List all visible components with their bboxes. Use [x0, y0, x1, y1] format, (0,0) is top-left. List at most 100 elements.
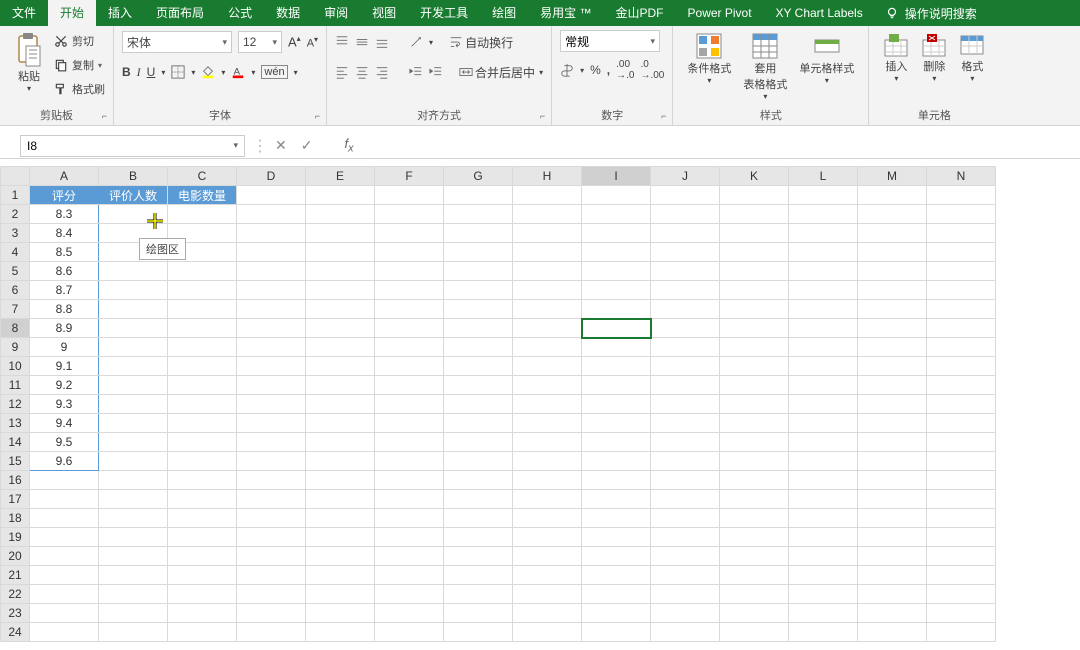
cell[interactable]: [513, 357, 582, 376]
cell[interactable]: [927, 262, 996, 281]
cell[interactable]: [168, 414, 237, 433]
menu-tab-8[interactable]: 开发工具: [408, 0, 480, 26]
format-table-button[interactable]: 套用 表格格式▾: [737, 30, 793, 103]
cell[interactable]: [375, 186, 444, 205]
cell[interactable]: [789, 319, 858, 338]
cell[interactable]: [168, 300, 237, 319]
cell[interactable]: [306, 224, 375, 243]
cell[interactable]: 8.3: [30, 205, 99, 224]
cell[interactable]: [375, 471, 444, 490]
merge-center-button[interactable]: 合并后居中▾: [459, 64, 543, 81]
cell[interactable]: [858, 205, 927, 224]
cell[interactable]: [927, 528, 996, 547]
row-header[interactable]: 3: [1, 224, 30, 243]
cell[interactable]: [582, 395, 651, 414]
cell[interactable]: 9.5: [30, 433, 99, 452]
cell[interactable]: [513, 566, 582, 585]
cell[interactable]: [168, 471, 237, 490]
row-header[interactable]: 4: [1, 243, 30, 262]
cell[interactable]: [720, 262, 789, 281]
cell[interactable]: [651, 547, 720, 566]
cell[interactable]: 8.8: [30, 300, 99, 319]
cell[interactable]: [30, 490, 99, 509]
cell[interactable]: [375, 376, 444, 395]
cell[interactable]: [444, 623, 513, 642]
cell[interactable]: [444, 433, 513, 452]
cell[interactable]: [720, 224, 789, 243]
cell[interactable]: [582, 414, 651, 433]
col-header[interactable]: I: [582, 167, 651, 186]
cell[interactable]: [306, 338, 375, 357]
cell[interactable]: [789, 357, 858, 376]
cell[interactable]: [99, 319, 168, 338]
cell[interactable]: [582, 623, 651, 642]
menu-tab-12[interactable]: Power Pivot: [676, 0, 764, 26]
cell[interactable]: [651, 243, 720, 262]
cell[interactable]: [789, 471, 858, 490]
cell[interactable]: [513, 604, 582, 623]
cell[interactable]: [513, 585, 582, 604]
cell[interactable]: [858, 186, 927, 205]
cell[interactable]: [651, 357, 720, 376]
menu-tab-3[interactable]: 页面布局: [144, 0, 216, 26]
cell[interactable]: [306, 509, 375, 528]
cell[interactable]: [858, 281, 927, 300]
cell[interactable]: [237, 224, 306, 243]
cell[interactable]: 9.4: [30, 414, 99, 433]
cell[interactable]: [582, 376, 651, 395]
cell[interactable]: [582, 338, 651, 357]
cell[interactable]: [444, 357, 513, 376]
cell[interactable]: [237, 395, 306, 414]
italic-button[interactable]: I: [137, 65, 141, 80]
col-header[interactable]: A: [30, 167, 99, 186]
align-bottom-icon[interactable]: [375, 35, 389, 49]
cell[interactable]: [720, 376, 789, 395]
format-painter-button[interactable]: 格式刷: [54, 78, 105, 100]
cell[interactable]: [582, 528, 651, 547]
cell[interactable]: [30, 509, 99, 528]
cell-styles-button[interactable]: 单元格样式▾: [793, 30, 860, 87]
cell[interactable]: [30, 471, 99, 490]
cell[interactable]: [99, 509, 168, 528]
clipboard-dialog-launcher[interactable]: ⌐: [102, 109, 107, 123]
cell[interactable]: [582, 585, 651, 604]
cell[interactable]: [375, 452, 444, 471]
cell[interactable]: [168, 585, 237, 604]
cell[interactable]: [306, 528, 375, 547]
cell[interactable]: [375, 433, 444, 452]
col-header[interactable]: H: [513, 167, 582, 186]
cell[interactable]: [375, 205, 444, 224]
align-left-icon[interactable]: [335, 65, 349, 79]
col-header[interactable]: G: [444, 167, 513, 186]
cancel-formula-icon[interactable]: ✕: [275, 137, 287, 154]
cell[interactable]: [306, 300, 375, 319]
cell[interactable]: [651, 528, 720, 547]
bold-button[interactable]: B: [122, 65, 131, 79]
cell[interactable]: [927, 547, 996, 566]
cell[interactable]: [168, 433, 237, 452]
cell[interactable]: [927, 338, 996, 357]
cell[interactable]: [789, 433, 858, 452]
accounting-format-button[interactable]: [560, 63, 574, 77]
cell[interactable]: [30, 604, 99, 623]
menu-tab-2[interactable]: 插入: [96, 0, 144, 26]
cell[interactable]: [99, 395, 168, 414]
cell[interactable]: [513, 300, 582, 319]
delete-cells-button[interactable]: 删除▾: [915, 30, 953, 85]
cell[interactable]: [168, 623, 237, 642]
cell[interactable]: [927, 205, 996, 224]
cell[interactable]: [444, 205, 513, 224]
cell[interactable]: [237, 414, 306, 433]
cell[interactable]: [237, 376, 306, 395]
cell[interactable]: [168, 604, 237, 623]
cell[interactable]: [99, 452, 168, 471]
font-color-button[interactable]: A: [231, 65, 245, 79]
cell[interactable]: [651, 623, 720, 642]
cell[interactable]: [237, 566, 306, 585]
row-header[interactable]: 24: [1, 623, 30, 642]
cell[interactable]: [858, 471, 927, 490]
decrease-decimal-button[interactable]: .0→.00: [640, 59, 664, 81]
cell[interactable]: [789, 566, 858, 585]
align-top-icon[interactable]: [335, 35, 349, 49]
wrap-text-button[interactable]: 自动换行: [449, 34, 513, 51]
